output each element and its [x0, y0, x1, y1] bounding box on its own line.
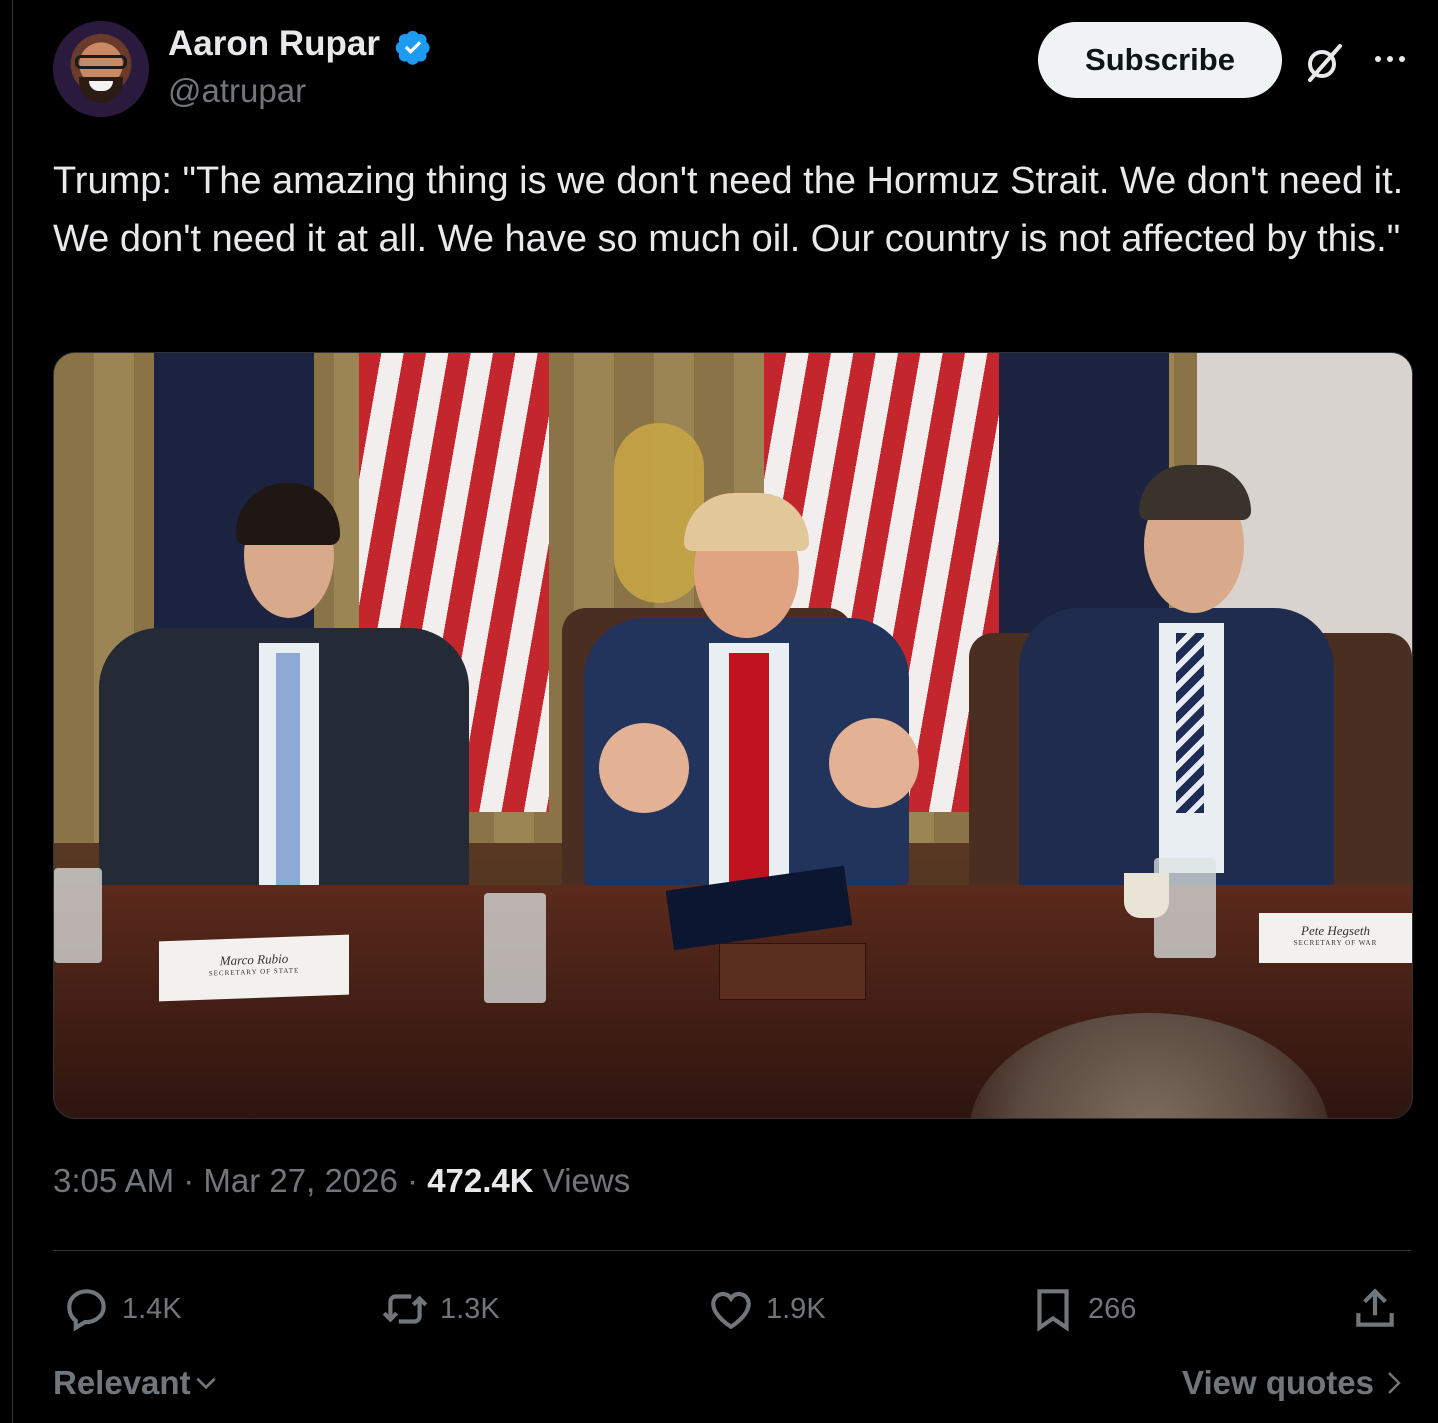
tweet-date[interactable]: Mar 27, 2026 [203, 1162, 397, 1199]
nameplate-right-title: SECRETARY OF WAR [1293, 939, 1378, 947]
subscribe-button[interactable]: Subscribe [1038, 22, 1282, 98]
media-glass-2 [484, 893, 546, 1003]
media-nameplate-right: Pete Hegseth SECRETARY OF WAR [1259, 913, 1412, 963]
more-icon[interactable] [1370, 44, 1410, 74]
media-nameplate-left: Marco Rubio SECRETARY OF STATE [159, 934, 349, 1002]
views-count[interactable]: 472.4K [427, 1162, 533, 1199]
view-quotes-label: View quotes [1182, 1364, 1374, 1401]
share-button[interactable] [1350, 1282, 1410, 1336]
media-tie-center [729, 653, 769, 888]
share-icon [1356, 1288, 1394, 1327]
like-button[interactable]: 1.9K [706, 1282, 826, 1336]
bookmark-icon [1037, 1289, 1069, 1332]
avatar[interactable] [53, 21, 149, 117]
media-hand-left [599, 723, 689, 813]
divider [53, 1250, 1411, 1251]
media-cup [1124, 873, 1169, 918]
meta-separator-2: · [397, 1162, 428, 1199]
sort-label: Relevant [53, 1364, 191, 1401]
author-name[interactable]: Aaron Rupar [168, 24, 380, 64]
bookmark-count: 266 [1088, 1292, 1137, 1325]
repost-button[interactable]: 1.3K [380, 1282, 500, 1336]
media-tie-right [1176, 633, 1204, 813]
bookmark-button[interactable]: 266 [1028, 1282, 1136, 1336]
view-quotes-link[interactable]: View quotes [1182, 1364, 1406, 1402]
avatar-glasses [75, 55, 127, 69]
tweet-meta: 3:05 AM · Mar 27, 2026 · 472.4K Views [53, 1162, 630, 1200]
author-handle[interactable]: @atrupar [168, 72, 306, 110]
views-label: Views [533, 1162, 631, 1199]
media-glass-1 [54, 868, 102, 963]
reply-button[interactable]: 1.4K [62, 1282, 182, 1336]
nameplate-right-name: Pete Hegseth [1301, 923, 1370, 938]
grok-icon[interactable] [1302, 40, 1346, 84]
heart-icon [711, 1291, 751, 1330]
repost-icon [382, 1294, 428, 1324]
timeline-border [12, 0, 13, 1423]
meta-separator-1: · [174, 1162, 204, 1199]
reply-icon [67, 1289, 106, 1332]
chevron-down-icon [195, 1377, 216, 1390]
tweet-media-video[interactable]: Marco Rubio SECRETARY OF STATE Pete Hegs… [53, 352, 1413, 1119]
repost-count: 1.3K [440, 1292, 500, 1325]
tweet-time[interactable]: 3:05 AM [53, 1162, 174, 1199]
media-box [719, 943, 866, 1000]
media-gold-ornament [614, 423, 704, 603]
verified-badge-icon[interactable] [394, 28, 432, 66]
tweet-text: Trump: "The amazing thing is we don't ne… [53, 160, 1404, 260]
reply-count: 1.4K [122, 1292, 182, 1325]
media-hand-right [829, 718, 919, 808]
sort-replies-dropdown[interactable]: Relevant [53, 1364, 219, 1402]
media-tie-left [276, 653, 300, 893]
like-count: 1.9K [766, 1292, 826, 1325]
chevron-right-icon [1388, 1372, 1401, 1394]
